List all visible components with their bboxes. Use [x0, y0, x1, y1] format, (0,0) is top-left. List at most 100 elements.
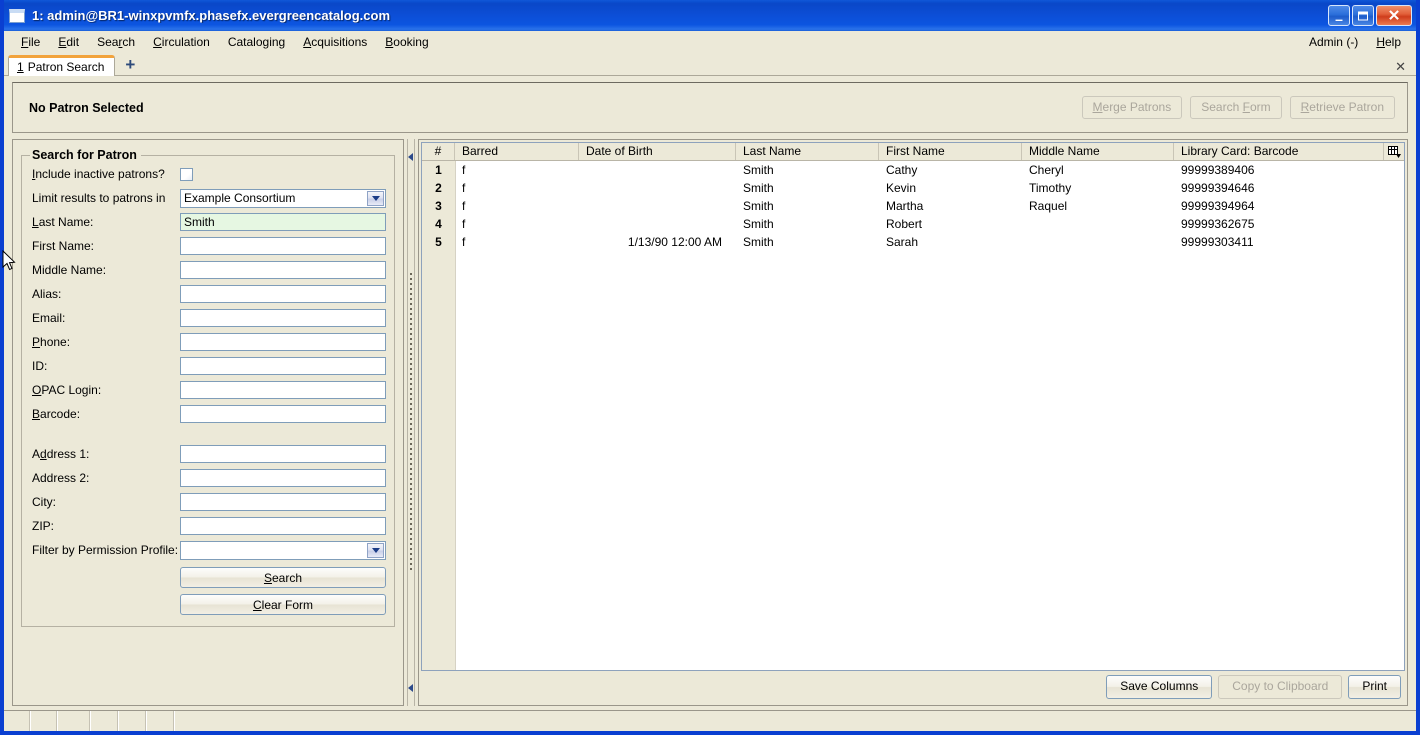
cell-last-name: Smith [743, 181, 774, 195]
menu-admin[interactable]: Admin (-) [1300, 33, 1367, 51]
merge-patrons-button[interactable]: Merge Patrons [1081, 95, 1183, 120]
chevron-down-icon [367, 542, 384, 558]
id-control [180, 357, 386, 375]
address2-input[interactable] [180, 469, 386, 487]
address2-label: Address 2: [32, 471, 90, 485]
table-row[interactable]: 5 f 1/13/90 12:00 AM Smith Sarah 9999930… [422, 233, 1404, 251]
org-unit-selected-value: Example Consortium [184, 191, 296, 205]
panes-container: Search for Patron Include inactive patro… [12, 133, 1408, 706]
id-input[interactable] [180, 357, 386, 375]
cell-barcode: 99999389406 [1181, 163, 1255, 177]
cell-barred: f [462, 217, 466, 231]
alias-row: Alias: [30, 282, 386, 306]
zip-row: ZIP: [30, 514, 386, 538]
column-header-number[interactable]: # [422, 143, 455, 160]
results-grid-header: # Barred Date of Birth Last Name First N… [422, 143, 1404, 161]
column-header-last-name[interactable]: Last Name [736, 143, 879, 160]
table-row[interactable]: 4 f Smith Robert 99999362675 [422, 215, 1404, 233]
results-footer: Save Columns Copy to Clipboard Print [421, 671, 1405, 703]
include-inactive-control [180, 167, 386, 181]
collapse-left-icon-bottom[interactable] [408, 684, 413, 692]
limit-results-label: Limit results to patrons in [32, 191, 166, 205]
search-button[interactable]: Search [180, 567, 386, 588]
cell-middle-name: Raquel [1029, 199, 1068, 213]
table-row[interactable]: 3 f Smith Martha Raquel 99999394964 [422, 197, 1404, 215]
middle-name-row: Middle Name: [30, 258, 386, 282]
menu-edit[interactable]: Edit [49, 33, 88, 51]
patron-summary-bar: No Patron Selected Merge Patrons Search … [12, 82, 1408, 133]
print-button[interactable]: Print [1348, 675, 1401, 699]
column-header-dob[interactable]: Date of Birth [579, 143, 736, 160]
opac-login-input[interactable] [180, 381, 386, 399]
menu-booking[interactable]: Booking [376, 33, 437, 51]
title-bar: 1: admin@BR1-winxpvmfx.phasefx.evergreen… [4, 0, 1416, 31]
maximize-button[interactable] [1352, 5, 1374, 26]
city-label: City: [32, 495, 56, 509]
clear-form-row: Clear Form [30, 589, 386, 616]
cell-barred: f [462, 163, 466, 177]
collapse-left-icon[interactable] [408, 153, 413, 161]
phone-control [180, 333, 386, 351]
column-header-first-name[interactable]: First Name [879, 143, 1022, 160]
clear-form-button[interactable]: Clear Form [180, 594, 386, 615]
include-inactive-checkbox[interactable] [180, 167, 193, 181]
first-name-row: First Name: [30, 234, 386, 258]
close-tab-button[interactable]: ✕ [1391, 60, 1410, 75]
address1-input[interactable] [180, 445, 386, 463]
pane-splitter[interactable] [404, 139, 418, 706]
clear-form-control: Clear Form [180, 590, 386, 615]
cell-last-name: Smith [743, 163, 774, 177]
barcode-input[interactable] [180, 405, 386, 423]
middle-name-input[interactable] [180, 261, 386, 279]
org-unit-select[interactable]: Example Consortium [180, 188, 386, 208]
column-picker-icon[interactable] [1383, 143, 1404, 160]
menu-circulation[interactable]: Circulation [144, 33, 219, 51]
permission-profile-select[interactable] [180, 540, 386, 560]
city-input[interactable] [180, 493, 386, 511]
address1-label: Address 1: [32, 447, 90, 461]
column-header-middle-name[interactable]: Middle Name [1022, 143, 1174, 160]
table-row[interactable]: 1 f Smith Cathy Cheryl 99999389406 [422, 161, 1404, 179]
first-name-input[interactable] [180, 237, 386, 255]
phone-label: Phone: [32, 335, 71, 349]
minimize-button[interactable]: – [1328, 5, 1350, 26]
status-segment-1 [4, 711, 31, 731]
cell-barred: f [462, 199, 466, 213]
cell-number: 3 [435, 199, 442, 213]
search-form-legend: Search for Patron [32, 148, 137, 162]
cell-first-name: Martha [886, 199, 924, 213]
splitter-rail-left [407, 139, 408, 706]
save-columns-button[interactable]: Save Columns [1106, 675, 1213, 699]
menu-acquisitions[interactable]: Acquisitions [294, 33, 376, 51]
last-name-input[interactable] [180, 213, 386, 231]
menu-file[interactable]: File [12, 33, 49, 51]
limit-results-control: Example Consortium [180, 188, 386, 208]
search-form-button[interactable]: Search Form [1190, 95, 1282, 120]
phone-input[interactable] [180, 333, 386, 351]
barcode-control [180, 405, 386, 423]
new-tab-button[interactable]: + [115, 56, 145, 74]
retrieve-patron-button[interactable]: Retrieve Patron [1289, 95, 1395, 120]
barcode-row: Barcode: [30, 402, 386, 426]
cell-last-name: Smith [743, 217, 774, 231]
permission-profile-control [180, 540, 386, 560]
column-header-barred[interactable]: Barred [455, 143, 579, 160]
cell-first-name: Kevin [886, 181, 917, 195]
close-button[interactable]: ✕ [1376, 5, 1412, 26]
column-header-library-card[interactable]: Library Card: Barcode [1174, 143, 1383, 160]
alias-input[interactable] [180, 285, 386, 303]
table-row[interactable]: 2 f Smith Kevin Timothy 99999394646 [422, 179, 1404, 197]
email-input[interactable] [180, 309, 386, 327]
tab-patron-search[interactable]: 1 Patron Search [8, 55, 116, 76]
menu-cataloging[interactable]: Cataloging [219, 33, 294, 51]
include-inactive-label: Include inactive patrons? [32, 167, 165, 181]
splitter-grip[interactable] [410, 272, 412, 573]
menu-search[interactable]: Search [88, 33, 144, 51]
address1-row: Address 1: [30, 442, 386, 466]
zip-input[interactable] [180, 517, 386, 535]
copy-to-clipboard-button[interactable]: Copy to Clipboard [1218, 675, 1343, 699]
menu-help[interactable]: Help [1367, 33, 1410, 51]
tab-number: 1 [17, 60, 24, 74]
phone-row: Phone: [30, 330, 386, 354]
results-pane: # Barred Date of Birth Last Name First N… [418, 139, 1408, 706]
